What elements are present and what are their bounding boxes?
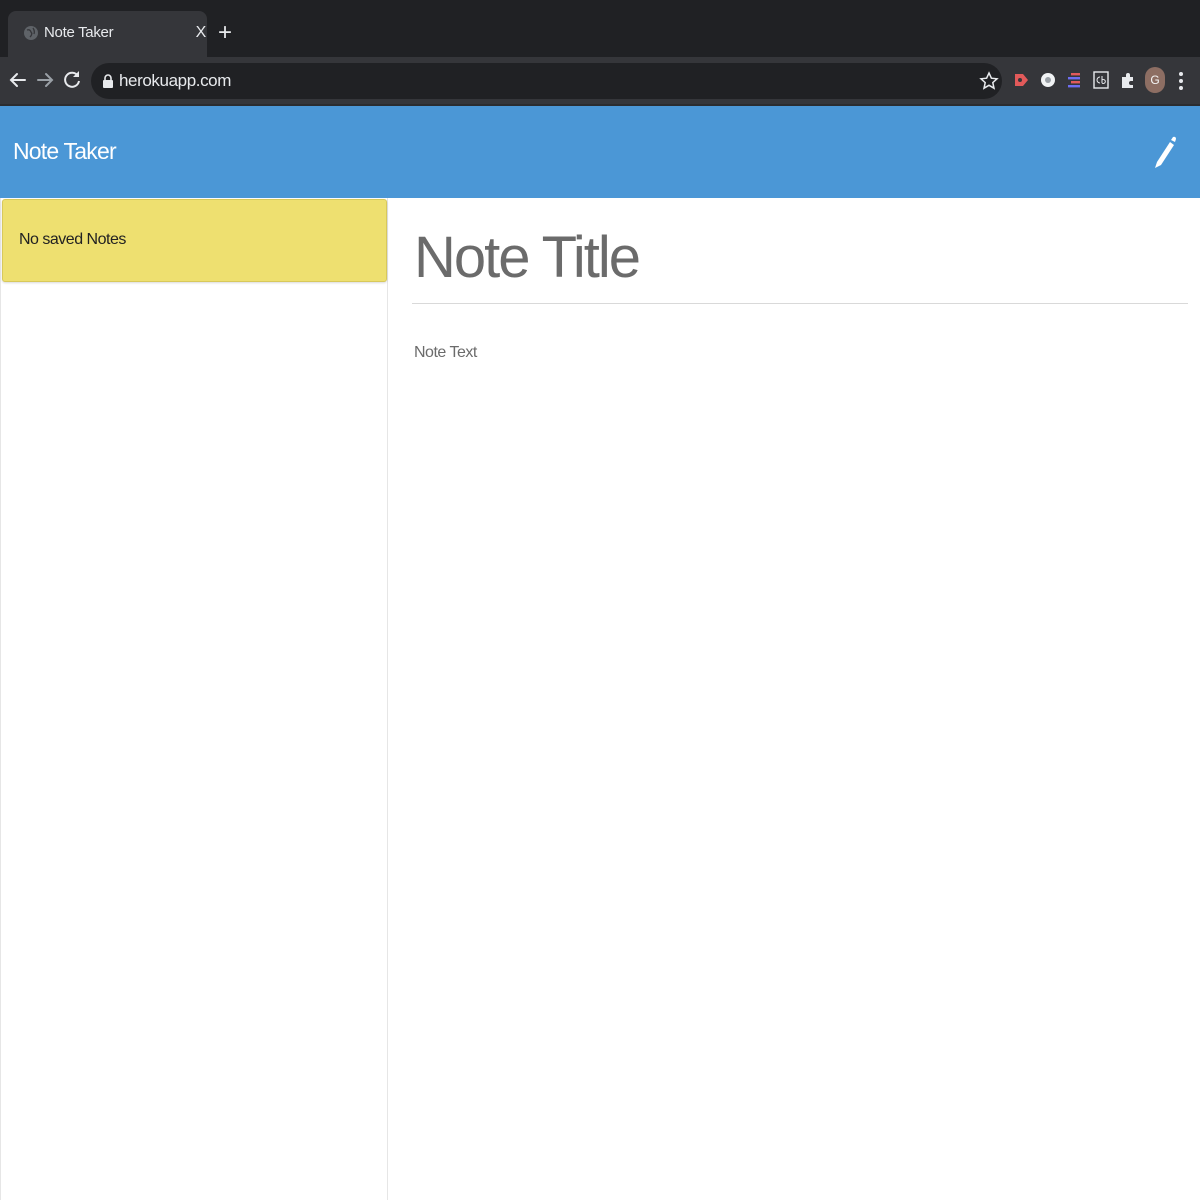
tab-title: Note Taker bbox=[44, 24, 114, 41]
globe-icon bbox=[24, 26, 38, 40]
note-editor bbox=[388, 198, 1200, 1200]
notes-sidebar: No saved Notes bbox=[0, 198, 388, 1200]
browser-tab[interactable]: Note Taker X bbox=[8, 11, 207, 57]
brand-link[interactable]: Note Taker bbox=[13, 138, 117, 165]
extension-red-icon[interactable] bbox=[1011, 69, 1031, 91]
tab-close-button[interactable]: X bbox=[191, 23, 211, 43]
lock-icon[interactable] bbox=[101, 73, 115, 89]
address-bar[interactable]: herokuapp.com bbox=[91, 63, 1002, 99]
star-icon[interactable] bbox=[979, 71, 999, 91]
reload-icon[interactable] bbox=[60, 68, 84, 92]
note-text-textarea[interactable] bbox=[412, 344, 1188, 1164]
note-title-input[interactable] bbox=[412, 212, 1188, 304]
extension-cb-icon[interactable] bbox=[1091, 69, 1111, 91]
browser-toolbar: herokuapp.com G bbox=[0, 57, 1200, 104]
forward-arrow-icon[interactable] bbox=[33, 68, 57, 92]
more-vertical-icon[interactable] bbox=[1175, 70, 1187, 92]
empty-notes-notice: No saved Notes bbox=[2, 199, 387, 282]
new-tab-button[interactable]: + bbox=[214, 21, 236, 45]
extension-bars-icon[interactable] bbox=[1065, 69, 1085, 91]
browser-tabstrip: Note Taker X + bbox=[0, 0, 1200, 57]
pencil-icon[interactable] bbox=[1150, 134, 1178, 170]
url-text[interactable]: herokuapp.com bbox=[119, 71, 231, 91]
extensions-puzzle-icon[interactable] bbox=[1118, 69, 1138, 91]
app-navbar: Note Taker bbox=[0, 106, 1200, 198]
extension-circle-icon[interactable] bbox=[1038, 69, 1058, 91]
profile-avatar[interactable]: G bbox=[1145, 67, 1165, 93]
empty-notes-text: No saved Notes bbox=[19, 231, 126, 248]
back-arrow-icon[interactable] bbox=[6, 68, 30, 92]
